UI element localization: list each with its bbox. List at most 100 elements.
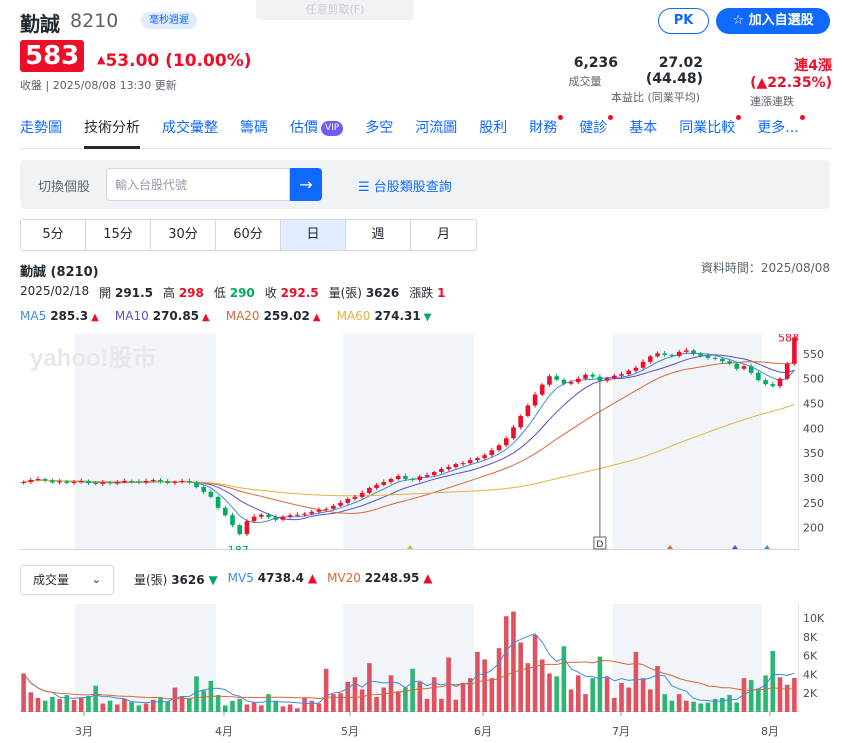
candle-body [338, 502, 343, 506]
category-query-link[interactable]: ☰ 台股類股查詢 [358, 176, 452, 195]
candle-body [158, 479, 163, 482]
period-0[interactable]: 5分 [21, 220, 86, 250]
price-change-value: 53.00 (10.00%) [105, 51, 252, 71]
period-3[interactable]: 60分 [216, 220, 281, 250]
add-watchlist-label: 加入自選股 [748, 13, 814, 28]
ohlc-high: 高 298 [162, 286, 204, 300]
period-2[interactable]: 30分 [151, 220, 216, 250]
period-1[interactable]: 15分 [86, 220, 151, 250]
arrow-right-icon: → [299, 175, 313, 194]
search-submit-button[interactable]: → [290, 168, 322, 201]
candle [237, 523, 243, 536]
volume-bar [374, 696, 379, 712]
volume-bar [691, 701, 696, 712]
candle-body [705, 355, 711, 358]
tab-12[interactable]: 更多... [757, 113, 805, 149]
period-6[interactable]: 月 [411, 220, 476, 250]
period-5[interactable]: 週 [346, 220, 411, 250]
month-band-1 [343, 334, 474, 550]
candle-body [561, 379, 567, 384]
candle-body [266, 514, 271, 518]
candle [583, 373, 588, 381]
volume-bar [648, 689, 653, 712]
volume-bar [511, 611, 516, 712]
candle-body [453, 464, 459, 468]
candle-body [619, 374, 624, 376]
price-chart[interactable]: yahoo!股市 200 250 300 350 400 450 500 550 D 187 583 [20, 334, 830, 550]
candle [503, 436, 509, 448]
candle [763, 378, 768, 387]
volume-bar [388, 675, 394, 712]
candle-body [532, 394, 538, 406]
tab-3[interactable]: 籌碼 [240, 113, 268, 149]
volume-bar [777, 677, 783, 712]
candle-body [50, 480, 55, 483]
volume-bar [136, 705, 142, 712]
add-watchlist-button[interactable]: ☆ 加入自選股 [716, 8, 830, 34]
delay-badge[interactable]: 毫秒週遲 [141, 12, 197, 29]
candle-body [273, 517, 279, 520]
candle-body [179, 480, 185, 482]
tab-1[interactable]: 技術分析 [84, 113, 140, 149]
ma-legend-2: MA20 259.02 ▲ [225, 309, 321, 323]
candle-body [612, 375, 617, 379]
candle-body [367, 487, 372, 493]
candle-body [691, 350, 696, 354]
tab-2[interactable]: 成交彙整 [162, 113, 218, 149]
stock-code-input[interactable] [106, 168, 290, 201]
volume-bar [453, 699, 459, 712]
pk-button[interactable]: PK [658, 8, 709, 34]
ohlc-row: 2025/02/18 開 291.5 高 298 低 290 收 292.5 量… [20, 284, 445, 301]
stat-streak-value: 連4漲 (▲22.35%) [750, 58, 832, 91]
candle-body [756, 372, 761, 381]
volume-bar [352, 677, 358, 712]
volume-bar [489, 678, 495, 712]
candle-body [518, 415, 523, 428]
volume-bar [309, 700, 315, 712]
tab-label: 更多... [757, 120, 799, 136]
candle-body [777, 378, 783, 387]
tab-0[interactable]: 走勢圖 [20, 113, 62, 149]
month-band-2 [613, 334, 762, 550]
volume-bar [107, 700, 113, 712]
tab-5[interactable]: 多空 [365, 113, 393, 149]
candle-body [648, 356, 653, 362]
tab-10[interactable]: 基本 [629, 113, 657, 149]
candle-body [482, 455, 487, 459]
candle-body [446, 467, 451, 470]
volume-chart[interactable]: 2K 4K 6K 8K 10K 3月 4月 5月 6月 7月 8月 [20, 604, 830, 743]
volume-bar [165, 701, 170, 712]
candle [770, 381, 776, 388]
tab-7[interactable]: 股利 [479, 113, 507, 149]
volume-bar [417, 681, 423, 712]
indicator-select[interactable]: 成交量 ⌄ [20, 565, 114, 595]
tab-11[interactable]: 同業比較 [679, 113, 742, 149]
tab-6[interactable]: 河流圖 [415, 113, 457, 149]
tab-8[interactable]: 財務 [529, 113, 564, 149]
period-4[interactable]: 日 [281, 220, 346, 250]
price-tick-6: 500 [803, 373, 824, 386]
tab-label: 走勢圖 [20, 120, 62, 136]
volume-bar [539, 659, 545, 712]
candle [57, 478, 62, 485]
volume-bar [676, 694, 682, 712]
candle [338, 500, 343, 508]
candle-body [208, 491, 214, 497]
volume-bar [720, 697, 725, 712]
candle-body [597, 376, 603, 381]
volume-bar [42, 700, 48, 712]
volume-bar [186, 698, 192, 712]
tab-9[interactable]: 健診 [579, 113, 614, 149]
ma-legend-1: MA10 270.85 ▲ [114, 309, 210, 323]
candle-body [669, 354, 675, 356]
month-label-1: 4月 [215, 725, 233, 738]
candle [280, 515, 286, 522]
candle-body [352, 496, 358, 499]
new-dot-icon [608, 115, 614, 120]
tab-4[interactable]: 估價 VIP [290, 113, 344, 149]
vol-tick-4: 10K [803, 612, 825, 625]
volume-bar [705, 702, 711, 712]
candle-body [194, 482, 199, 487]
volume-bar [619, 682, 624, 712]
candle-body [57, 481, 62, 483]
